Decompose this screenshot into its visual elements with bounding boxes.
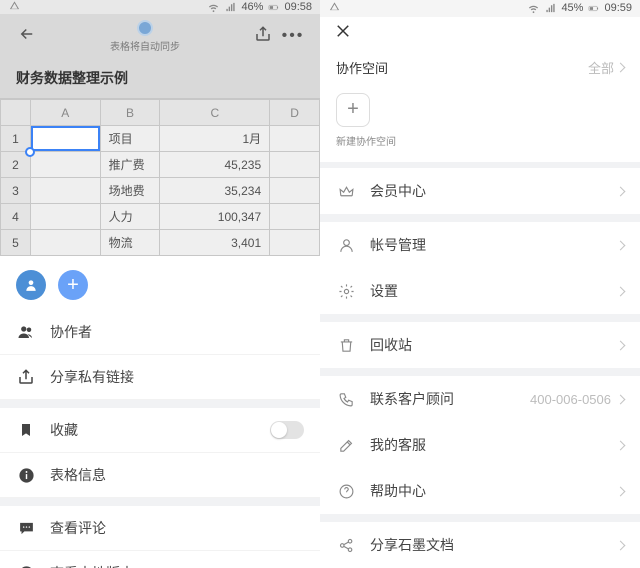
corner-cell[interactable] [1,100,31,126]
user-avatar[interactable] [16,270,46,300]
favorite-toggle[interactable] [270,421,304,439]
bookmark-icon [16,422,36,438]
col-header[interactable]: C [160,100,270,126]
col-header[interactable]: B [100,100,160,126]
chevron-right-icon [616,340,626,350]
settings-item[interactable]: 设置 [320,268,640,314]
col-header[interactable]: D [270,100,320,126]
compass-icon [16,565,36,568]
wifi-icon [527,3,540,14]
view-comments-item[interactable]: 查看评论 [0,506,320,551]
people-icon [16,323,36,341]
comment-icon [16,520,36,537]
share-app-item[interactable]: 分享石墨文档 [320,522,640,568]
signal-icon [544,3,557,14]
battery-icon [267,2,280,13]
chevron-right-icon [616,486,626,496]
create-workspace-button[interactable]: + [336,93,370,127]
table-info-item[interactable]: 表格信息 [0,453,320,498]
col-header[interactable]: A [30,100,100,126]
workspace-all-button[interactable]: 全部 [588,58,624,77]
battery-percent: 46% [241,1,263,13]
selected-cell[interactable] [30,126,100,152]
pencil-icon [336,437,356,454]
wifi-icon [207,2,220,13]
help-center-item[interactable]: 帮助中心 [320,468,640,514]
chevron-right-icon [616,286,626,296]
more-button[interactable]: ••• [278,27,308,45]
favorite-item[interactable]: 收藏 [0,408,320,453]
chevron-right-icon [616,394,626,404]
chevron-right-icon [616,186,626,196]
alert-icon [328,1,341,15]
app-logo-icon [137,20,153,36]
phone-icon [336,391,356,408]
person-icon [336,237,356,254]
view-local-item[interactable]: 查看本地版本 [0,551,320,568]
account-item[interactable]: 帐号管理 [320,222,640,268]
spreadsheet[interactable]: A B C D 1 项目 1月 2推广费45,235 3场地费35,234 4人… [0,98,320,256]
info-icon [16,467,36,484]
contact-advisor-item[interactable]: 联系客户顾问 400-006-0506 [320,376,640,422]
close-button[interactable] [334,22,352,45]
trash-icon [336,337,356,354]
collaborators-item[interactable]: 协作者 [0,310,320,355]
workspace-title: 协作空间 [336,58,388,77]
battery-percent: 45% [561,2,583,14]
signal-icon [224,2,237,13]
table-row: 2推广费45,235 [1,152,320,178]
member-center-item[interactable]: 会员中心 [320,168,640,214]
chevron-right-icon [616,540,626,550]
add-collaborator-button[interactable]: + [58,270,88,300]
chevron-right-icon [616,440,626,450]
chevron-right-icon [616,240,626,250]
clock-text: 09:59 [604,2,632,14]
phone-number: 400-006-0506 [530,392,611,407]
trash-item[interactable]: 回收站 [320,322,640,368]
create-workspace-label: 新建协作空间 [336,133,624,148]
crown-icon [336,183,356,200]
document-title: 财务数据整理示例 [0,58,320,98]
table-row: 5物流3,401 [1,230,320,256]
share-button[interactable] [248,25,278,48]
table-row: 3场地费35,234 [1,178,320,204]
share-icon [16,368,36,386]
table-row: 1 项目 1月 [1,126,320,152]
my-support-item[interactable]: 我的客服 [320,422,640,468]
gear-icon [336,283,356,300]
battery-icon [587,3,600,14]
back-button[interactable] [12,25,42,48]
table-row: 4人力100,347 [1,204,320,230]
alert-icon [8,0,21,14]
sync-status: 表格将自动同步 [110,38,180,53]
help-icon [336,483,356,500]
clock-text: 09:58 [284,1,312,13]
share-nodes-icon [336,537,356,554]
share-private-item[interactable]: 分享私有链接 [0,355,320,400]
